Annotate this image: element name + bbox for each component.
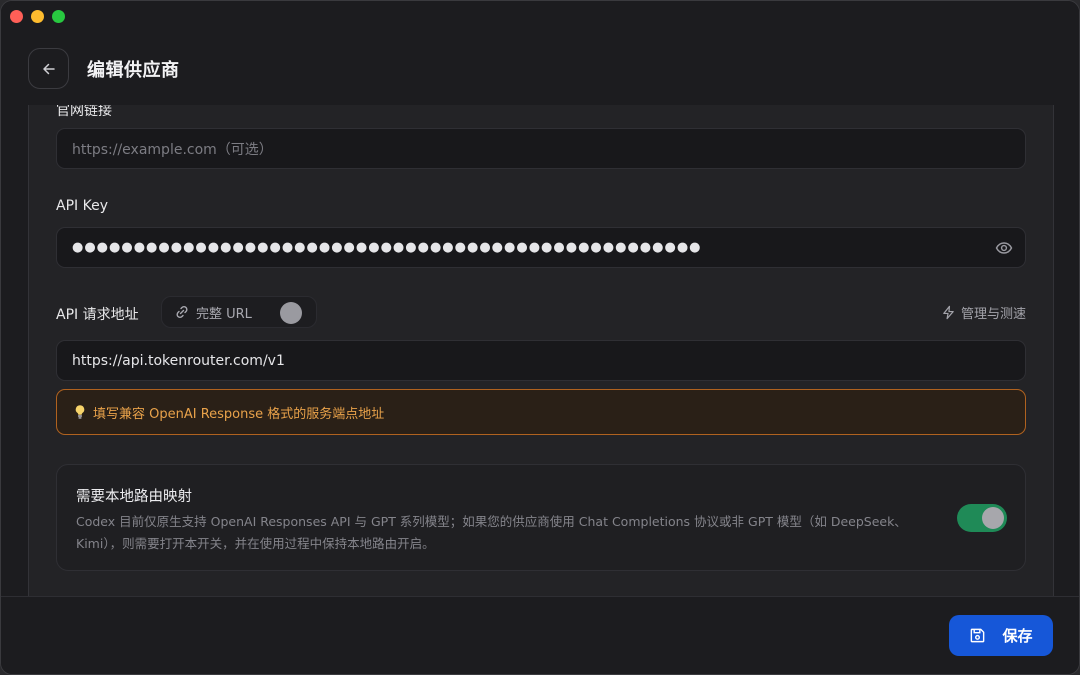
footer: 保存 — [1, 596, 1079, 674]
full-url-label: 完整 URL — [196, 306, 252, 322]
zoom-window-button[interactable] — [52, 10, 65, 23]
full-url-switch-knob[interactable] — [280, 302, 302, 324]
api-url-input[interactable]: https://api.tokenrouter.com/v1 — [56, 340, 1026, 381]
api-url-hint-text: 填写兼容 OpenAI Response 格式的服务端点地址 — [93, 406, 385, 422]
manage-speedtest-link[interactable]: 管理与测速 — [941, 303, 1026, 322]
api-url-value: https://api.tokenrouter.com/v1 — [72, 352, 285, 369]
website-placeholder: https://example.com（可选） — [72, 141, 273, 158]
lightbulb-icon — [75, 405, 85, 419]
api-url-label: API 请求地址 — [56, 307, 139, 323]
local-mapping-title: 需要本地路由映射 — [76, 489, 192, 505]
window-controls — [10, 10, 65, 23]
api-key-input[interactable]: ●●●●●●●●●●●●●●●●●●●●●●●●●●●●●●●●●●●●●●●●… — [56, 227, 1026, 268]
page-title: 编辑供应商 — [87, 60, 180, 81]
back-arrow-icon — [42, 63, 55, 74]
local-mapping-toggle-knob — [982, 507, 1004, 529]
website-input[interactable]: https://example.com（可选） — [56, 128, 1026, 169]
app-window: 编辑供应商 官网链接 https://example.com（可选） API K… — [0, 0, 1080, 675]
local-mapping-card: 需要本地路由映射 Codex 目前仅原生支持 OpenAI Responses … — [56, 464, 1026, 571]
link-icon — [176, 305, 188, 319]
lightning-icon — [943, 305, 954, 320]
header: 编辑供应商 — [1, 1, 1079, 105]
full-url-toggle[interactable]: 完整 URL — [161, 296, 317, 328]
manage-speedtest-label: 管理与测速 — [960, 307, 1026, 322]
form-scroll-area[interactable]: 官网链接 https://example.com（可选） API Key ●●●… — [1, 105, 1079, 598]
minimize-window-button[interactable] — [31, 10, 44, 23]
close-window-button[interactable] — [10, 10, 23, 23]
eye-icon[interactable] — [995, 239, 1013, 261]
save-disk-icon — [971, 628, 985, 643]
provider-form-card: 官网链接 https://example.com（可选） API Key ●●●… — [28, 105, 1054, 598]
save-button[interactable]: 保存 — [949, 615, 1053, 656]
save-label: 保存 — [1002, 627, 1033, 645]
api-key-label: API Key — [56, 198, 108, 214]
website-label: 官网链接 — [56, 105, 112, 119]
local-mapping-toggle[interactable] — [957, 504, 1007, 532]
back-button[interactable] — [28, 48, 69, 89]
local-mapping-description: Codex 目前仅原生支持 OpenAI Responses API 与 GPT… — [76, 514, 907, 551]
api-key-value: ●●●●●●●●●●●●●●●●●●●●●●●●●●●●●●●●●●●●●●●●… — [72, 240, 702, 255]
api-url-hint: 填写兼容 OpenAI Response 格式的服务端点地址 — [56, 389, 1026, 435]
